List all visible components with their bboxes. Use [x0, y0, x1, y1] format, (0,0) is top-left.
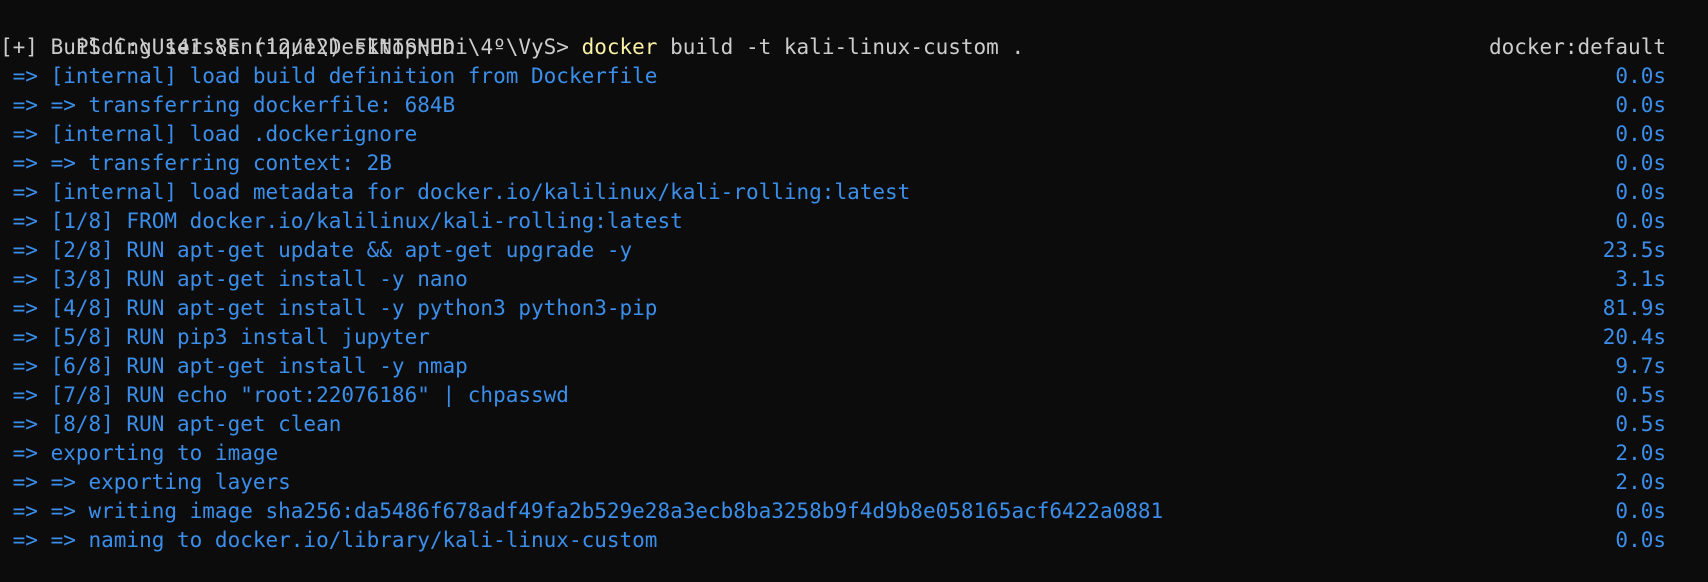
build-step: => [6/8] RUN apt-get install -y nmap 9.7…	[0, 352, 1708, 381]
step-time: 3.1s	[1615, 267, 1666, 291]
build-step: => [1/8] FROM docker.io/kalilinux/kali-r…	[0, 207, 1708, 236]
step-text: => [4/8] RUN apt-get install -y python3 …	[0, 296, 658, 320]
step-time: 0.0s	[1615, 122, 1666, 146]
step-time: 81.9s	[1602, 296, 1666, 320]
step-text: => [internal] load .dockerignore	[0, 122, 418, 146]
build-status: [+] Building 141.8s (12/12) FINISHED	[0, 35, 456, 59]
step-text: => [1/8] FROM docker.io/kalilinux/kali-r…	[0, 209, 683, 233]
build-context: docker:default	[1488, 35, 1666, 59]
step-time: 23.5s	[1602, 238, 1666, 262]
build-step: => => writing image sha256:da5486f678adf…	[0, 497, 1708, 526]
step-time: 9.7s	[1615, 354, 1666, 378]
step-time: 20.4s	[1602, 325, 1666, 349]
build-step: => [8/8] RUN apt-get clean 0.5s	[0, 410, 1708, 439]
step-text: => [internal] load metadata for docker.i…	[0, 180, 911, 204]
terminal-window[interactable]: PS C:\Users\Enrique\Desktop\Uni\4º\VyS> …	[0, 0, 1708, 582]
step-time: 2.0s	[1615, 470, 1666, 494]
prompt-line: PS C:\Users\Enrique\Desktop\Uni\4º\VyS> …	[0, 4, 1708, 59]
step-text: => [8/8] RUN apt-get clean	[0, 412, 342, 436]
step-time: 0.0s	[1615, 93, 1666, 117]
step-time: 0.0s	[1615, 180, 1666, 204]
step-text: => [2/8] RUN apt-get update && apt-get u…	[0, 238, 633, 262]
build-step: => [4/8] RUN apt-get install -y python3 …	[0, 294, 1708, 323]
step-text: => exporting to image	[0, 441, 279, 465]
step-time: 0.0s	[1615, 151, 1666, 175]
build-step: => [3/8] RUN apt-get install -y nano 3.1…	[0, 265, 1708, 294]
step-text: => [internal] load build definition from…	[0, 64, 658, 88]
step-time: 0.0s	[1615, 528, 1666, 552]
step-time: 2.0s	[1615, 441, 1666, 465]
build-step: => [5/8] RUN pip3 install jupyter 20.4s	[0, 323, 1708, 352]
step-text: => => naming to docker.io/library/kali-l…	[0, 528, 658, 552]
step-time: 0.0s	[1615, 499, 1666, 523]
build-step: => => transferring dockerfile: 684B 0.0s	[0, 91, 1708, 120]
step-text: => => transferring context: 2B	[0, 151, 392, 175]
step-text: => => transferring dockerfile: 684B	[0, 93, 456, 117]
step-text: => [6/8] RUN apt-get install -y nmap	[0, 354, 468, 378]
step-text: => [3/8] RUN apt-get install -y nano	[0, 267, 468, 291]
build-step: => [internal] load build definition from…	[0, 62, 1708, 91]
step-time: 0.0s	[1615, 209, 1666, 233]
step-text: => [7/8] RUN echo "root:22076186" | chpa…	[0, 383, 569, 407]
step-text: => => writing image sha256:da5486f678adf…	[0, 499, 1164, 523]
step-text: => [5/8] RUN pip3 install jupyter	[0, 325, 430, 349]
build-step: => => naming to docker.io/library/kali-l…	[0, 526, 1708, 555]
build-step: => [internal] load .dockerignore 0.0s	[0, 120, 1708, 149]
step-text: => => exporting layers	[0, 470, 291, 494]
build-step: => [internal] load metadata for docker.i…	[0, 178, 1708, 207]
step-time: 0.0s	[1615, 64, 1666, 88]
build-header-line: [+] Building 141.8s (12/12) FINISHED doc…	[0, 33, 1708, 62]
build-step: => [7/8] RUN echo "root:22076186" | chpa…	[0, 381, 1708, 410]
step-time: 0.5s	[1615, 412, 1666, 436]
build-step: => => transferring context: 2B 0.0s	[0, 149, 1708, 178]
step-time: 0.5s	[1615, 383, 1666, 407]
build-step: => [2/8] RUN apt-get update && apt-get u…	[0, 236, 1708, 265]
build-step: => exporting to image 2.0s	[0, 439, 1708, 468]
build-step: => => exporting layers 2.0s	[0, 468, 1708, 497]
